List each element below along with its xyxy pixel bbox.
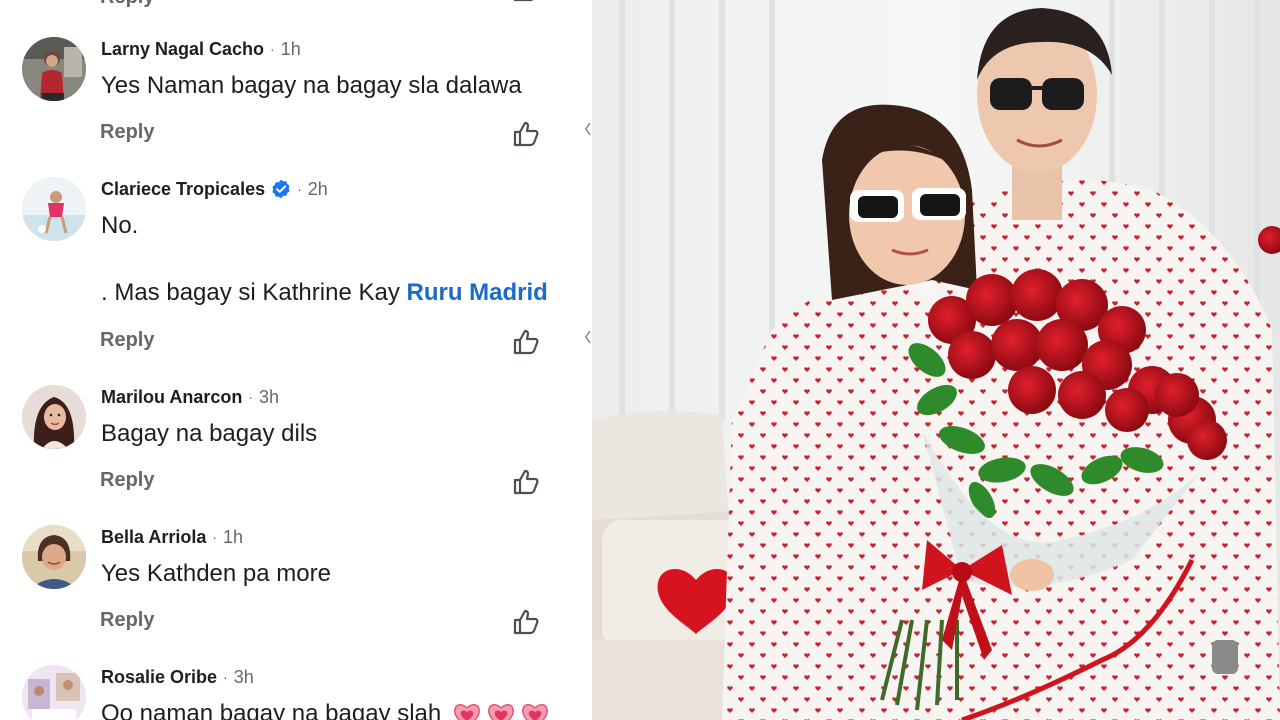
avatar[interactable] <box>22 385 86 449</box>
comment-author[interactable]: Clariece Tropicales <box>101 179 265 200</box>
comment-text: No. . Mas bagay si Kathrine Kay Ruru Mad… <box>101 211 548 308</box>
emoji-group <box>452 700 550 720</box>
avatar[interactable] <box>22 665 86 720</box>
reply-button[interactable]: Reply <box>100 468 154 492</box>
previous-like-icon[interactable] <box>511 0 541 4</box>
like-icon[interactable] <box>511 467 541 497</box>
couple-photo <box>592 0 1280 720</box>
meta-separator: · <box>270 41 275 57</box>
previous-reply-button[interactable]: Reply <box>100 0 154 9</box>
meta-separator: · <box>212 529 218 545</box>
avatar[interactable] <box>22 525 86 589</box>
reply-button[interactable]: Reply <box>100 608 154 632</box>
avatar[interactable] <box>22 37 86 101</box>
comment-text: Bagay na bagay dils <box>101 420 318 447</box>
comment-item: Rosalie Oribe · 3h Oo naman bagay na bag… <box>0 665 592 720</box>
comment-text: Yes Kathden pa more <box>101 560 331 587</box>
mention-link[interactable]: Ruru Madrid <box>406 279 547 306</box>
reply-button[interactable]: Reply <box>100 120 154 144</box>
comment-time[interactable]: 1h <box>281 39 301 60</box>
comment-time[interactable]: 3h <box>259 387 279 408</box>
comment-meta: Bella Arriola · 1h <box>101 525 243 549</box>
comment-item: Larny Nagal Cacho · 1h Yes Naman bagay n… <box>0 37 592 177</box>
comment-time[interactable]: 3h <box>234 667 254 688</box>
comment-meta: Larny Nagal Cacho · 1h <box>101 37 301 61</box>
meta-separator: · <box>297 181 302 197</box>
comment-text: Yes Naman bagay na bagay sla dalawa <box>101 72 522 99</box>
like-icon[interactable] <box>511 327 541 357</box>
comment-item: Bella Arriola · 1h Yes Kathden pa more R… <box>0 525 592 665</box>
meta-separator: · <box>248 389 254 405</box>
comments-panel: Reply Larny Nagal Cacho · 1h Yes Naman b… <box>0 0 592 720</box>
like-icon[interactable] <box>511 119 541 149</box>
verified-badge-icon <box>271 179 291 199</box>
comment-text: Oo naman bagay na bagay slah <box>101 699 550 720</box>
comment-author[interactable]: Rosalie Oribe <box>101 667 217 688</box>
like-icon[interactable] <box>511 607 541 637</box>
avatar[interactable] <box>22 177 86 241</box>
meta-separator: · <box>223 669 228 685</box>
comment-meta: Rosalie Oribe · 3h <box>101 665 254 689</box>
comment-text-segment: Oo naman bagay na bagay slah <box>101 700 442 720</box>
edge-mark-icon <box>585 122 591 136</box>
comment-author[interactable]: Larny Nagal Cacho <box>101 39 264 60</box>
comment-text-line: No. <box>101 212 139 239</box>
reply-button[interactable]: Reply <box>100 328 154 352</box>
comment-meta: Marilou Anarcon · 3h <box>101 385 279 409</box>
comment-text-segment: . Mas bagay si Kathrine Kay <box>101 279 407 306</box>
comment-time[interactable]: 1h <box>223 527 243 548</box>
comment-item: Clariece Tropicales · 2h No. . Mas bagay… <box>0 177 592 377</box>
comment-meta: Clariece Tropicales · 2h <box>101 177 328 201</box>
heart-emoji-icon <box>486 700 516 720</box>
heart-emoji-icon <box>452 700 482 720</box>
heart-emoji-icon <box>520 700 550 720</box>
comment-text-line: . Mas bagay si Kathrine Kay Ruru Madrid <box>101 278 548 308</box>
comment-author[interactable]: Bella Arriola <box>101 527 206 548</box>
comment-time[interactable]: 2h <box>308 179 328 200</box>
edge-mark-icon <box>585 330 591 344</box>
comment-author[interactable]: Marilou Anarcon <box>101 387 242 408</box>
comment-item: Marilou Anarcon · 3h Bagay na bagay dils… <box>0 385 592 525</box>
